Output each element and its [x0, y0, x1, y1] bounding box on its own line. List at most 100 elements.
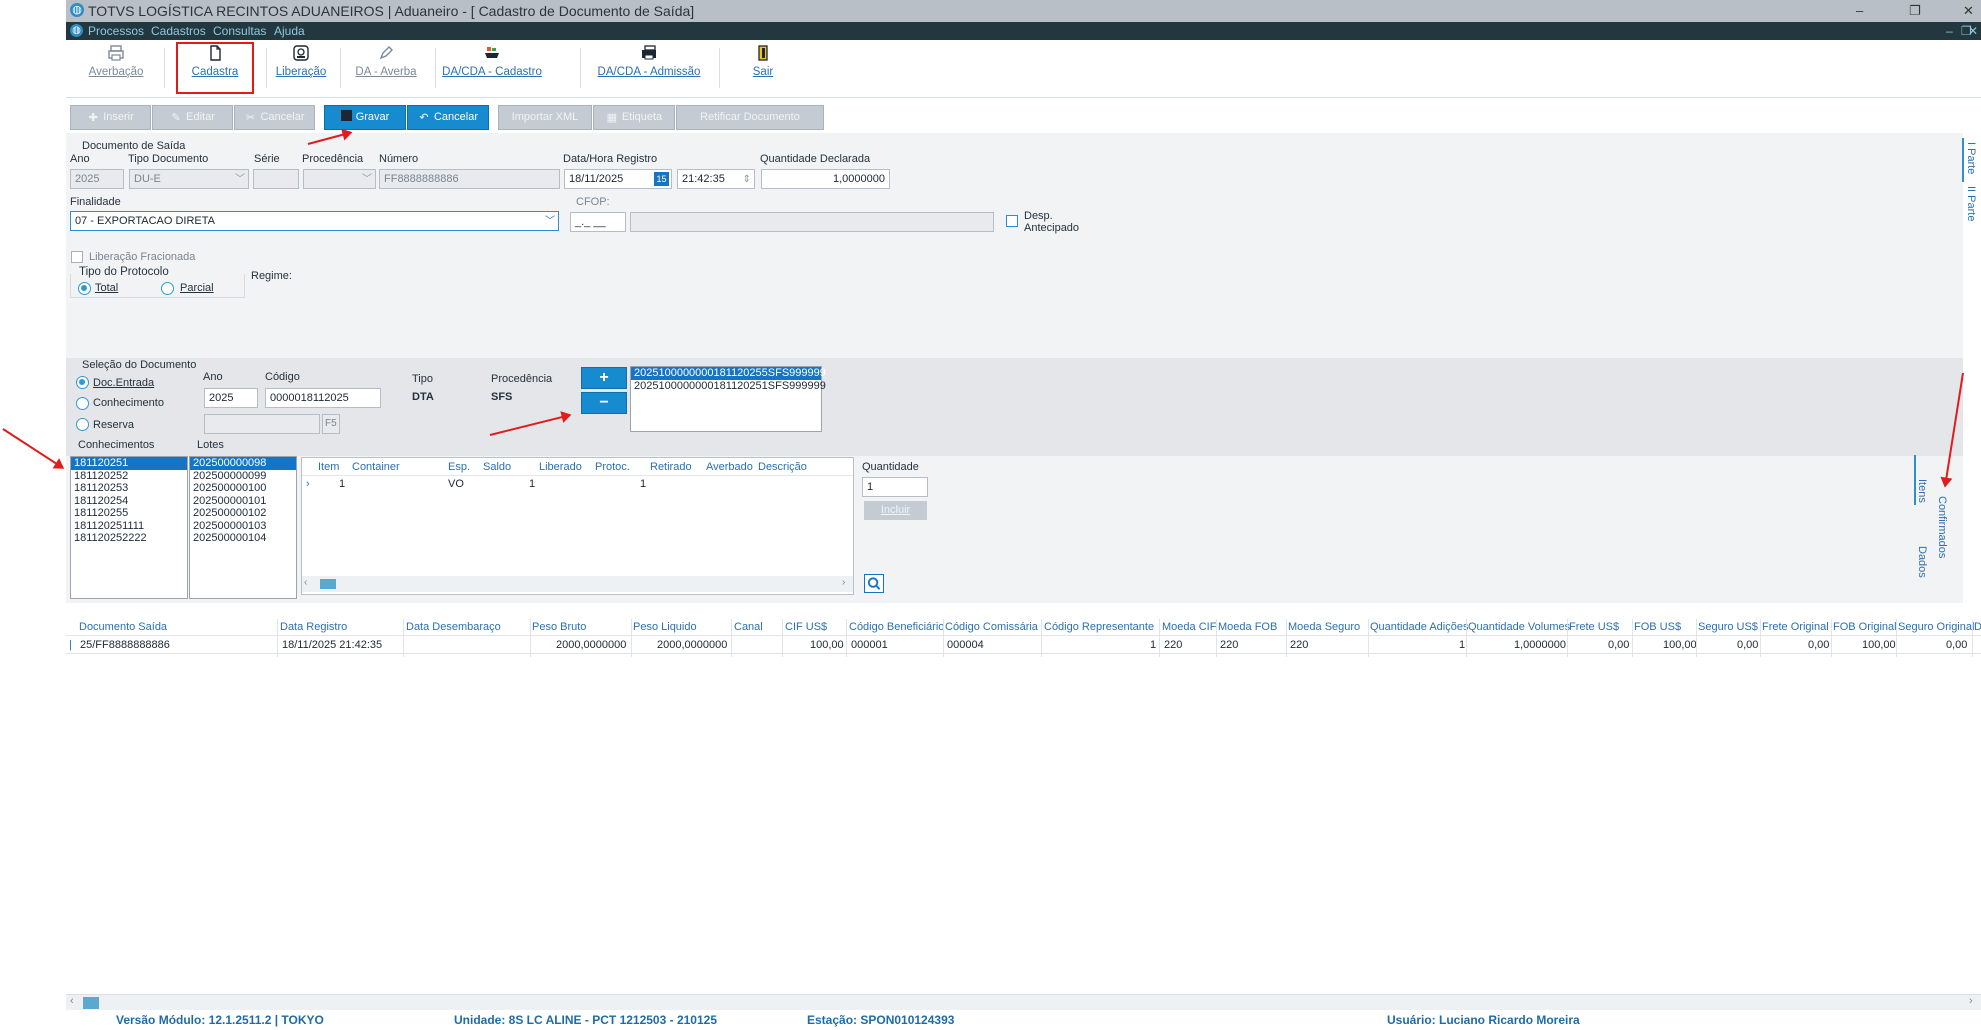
list-item[interactable]: 202500000103: [190, 520, 296, 533]
protocolo-parcial-radio[interactable]: [161, 282, 174, 295]
col-header-moeda-seguro[interactable]: Moeda Seguro: [1288, 621, 1360, 633]
list-item[interactable]: 181120253: [71, 482, 187, 495]
tab-i-parte[interactable]: I Parte: [1965, 142, 1977, 174]
col-header-container[interactable]: Container: [352, 461, 400, 473]
scroll-left-icon[interactable]: ‹: [304, 577, 307, 588]
col-header-quantidade-adicoes[interactable]: Quantidade Adições: [1370, 621, 1468, 633]
mdi-minimize-button[interactable]: –: [1946, 22, 1953, 40]
list-item[interactable]: 181120252222: [71, 532, 187, 545]
col-header-documento-saida[interactable]: Documento Saída: [79, 621, 167, 633]
liberacao-fracionada-checkbox[interactable]: [71, 251, 83, 263]
col-header-data-desembaraco[interactable]: Data Desembaraço: [406, 621, 501, 633]
desp-antecipado-checkbox[interactable]: [1006, 215, 1018, 227]
toolbar-liberacao[interactable]: Liberação: [266, 44, 336, 78]
list-item[interactable]: 181120254: [71, 495, 187, 508]
items-grid[interactable]: Item Container Esp. Saldo Liberado Proto…: [301, 457, 854, 595]
add-document-button[interactable]: +: [581, 367, 627, 389]
mdi-close-button[interactable]: ✕: [1968, 22, 1978, 40]
toolbar-da-cda-cadastro[interactable]: DA/CDA - Cadastro: [442, 44, 542, 78]
lotes-list[interactable]: 202500000098 202500000099 202500000100 2…: [189, 456, 297, 599]
close-button[interactable]: ✕: [1963, 0, 1974, 22]
grid-horizontal-scrollbar[interactable]: ‹ ›: [302, 576, 853, 592]
protocolo-total-radio[interactable]: [78, 282, 91, 295]
col-header-cif-usd[interactable]: CIF US$: [785, 621, 827, 633]
col-header-peso-bruto[interactable]: Peso Bruto: [532, 621, 586, 633]
col-header-protoc[interactable]: Protoc.: [595, 461, 630, 473]
scroll-left-icon[interactable]: ‹: [70, 995, 74, 1007]
conhecimentos-list[interactable]: 181120251 181120252 181120253 181120254 …: [70, 456, 188, 599]
list-item[interactable]: 202500000102: [190, 507, 296, 520]
col-header-d[interactable]: D: [1974, 621, 1981, 633]
col-header-saldo[interactable]: Saldo: [483, 461, 511, 473]
tipo-documento-select[interactable]: DU-E ﹀: [129, 169, 249, 189]
sel-codigo-input[interactable]: 0000018112025: [265, 388, 381, 408]
col-header-seguro-original[interactable]: Seguro Original: [1898, 621, 1974, 633]
list-item[interactable]: 181120255: [71, 507, 187, 520]
col-header-frete-original[interactable]: Frete Original: [1762, 621, 1829, 633]
numero-input[interactable]: FF8888888886: [379, 169, 560, 189]
f5-lookup-button[interactable]: F5: [322, 414, 340, 434]
menu-consultas[interactable]: Consultas: [213, 22, 266, 40]
search-button[interactable]: [864, 574, 884, 593]
list-item[interactable]: 2025100000000181120255SFS999999: [631, 367, 826, 380]
list-item[interactable]: 202500000098: [190, 457, 296, 470]
cancelar-button[interactable]: ↶ Cancelar: [407, 105, 489, 130]
reserva-input[interactable]: [204, 414, 320, 434]
scroll-thumb[interactable]: [83, 997, 99, 1009]
tab-ii-parte[interactable]: II Parte: [1965, 186, 1977, 221]
cfop-input[interactable]: _._ __: [570, 212, 626, 232]
conhecimento-radio[interactable]: [76, 397, 89, 410]
menu-processos[interactable]: Processos: [88, 22, 144, 40]
importar-xml-button[interactable]: Importar XML: [498, 105, 592, 130]
scroll-right-icon[interactable]: ›: [1969, 995, 1973, 1007]
col-header-descricao[interactable]: Descrição: [758, 461, 807, 473]
inserir-button[interactable]: ✚ Inserir: [70, 105, 151, 130]
calendar-icon[interactable]: 15: [654, 172, 669, 186]
procedencia-select[interactable]: ﹀: [303, 169, 376, 189]
col-header-canal[interactable]: Canal: [734, 621, 763, 633]
col-header-fob-original[interactable]: FOB Original: [1833, 621, 1897, 633]
col-header-moeda-fob[interactable]: Moeda FOB: [1218, 621, 1277, 633]
cfop-description-input[interactable]: [630, 212, 994, 232]
incluir-button[interactable]: Incluir: [864, 501, 927, 520]
data-registro-input[interactable]: 18/11/2025 15: [564, 169, 672, 189]
col-header-liberado[interactable]: Liberado: [539, 461, 582, 473]
gravar-button[interactable]: Gravar: [324, 105, 406, 130]
col-header-peso-liquido[interactable]: Peso Liquido: [633, 621, 697, 633]
remove-document-button[interactable]: −: [581, 392, 627, 414]
cancelar-disabled-button[interactable]: ✂ Cancelar: [234, 105, 315, 130]
minimize-button[interactable]: –: [1856, 0, 1863, 22]
menu-cadastros[interactable]: Cadastros: [151, 22, 206, 40]
list-item[interactable]: 181120252: [71, 470, 187, 483]
col-header-seguro-usd[interactable]: Seguro US$: [1698, 621, 1758, 633]
selected-documents-list[interactable]: 2025100000000181120255SFS999999 20251000…: [630, 366, 826, 432]
list-item[interactable]: 181120251: [71, 457, 187, 470]
reserva-radio[interactable]: [76, 418, 89, 431]
list-item[interactable]: 202500000101: [190, 495, 296, 508]
quantidade-input[interactable]: 1: [862, 477, 928, 497]
tab-dados[interactable]: Dados: [1916, 546, 1928, 578]
col-header-retirado[interactable]: Retirado: [650, 461, 692, 473]
toolbar-sair[interactable]: Sair: [738, 44, 788, 78]
tab-itens[interactable]: Itens: [1916, 479, 1928, 503]
col-header-esp[interactable]: Esp.: [448, 461, 470, 473]
col-header-codigo-beneficiario[interactable]: Código Beneficiário: [849, 621, 944, 633]
list-item[interactable]: 202500000099: [190, 470, 296, 483]
hora-registro-input[interactable]: 21:42:35 ⇕: [677, 169, 755, 189]
toolbar-da-cda-admissao[interactable]: DA/CDA - Admissão: [594, 44, 704, 78]
sel-ano-input[interactable]: 2025: [204, 388, 258, 408]
documentos-saida-grid[interactable]: | Documento Saída 25/FF8888888886 Data R…: [66, 619, 1981, 657]
toolbar-averbacao[interactable]: Averbação: [86, 44, 146, 78]
list-item[interactable]: 2025100000000181120251SFS999999: [631, 380, 826, 393]
restore-button[interactable]: ❐: [1909, 0, 1921, 22]
quantidade-declarada-input[interactable]: 1,0000000: [761, 169, 890, 189]
list-item[interactable]: 202500000104: [190, 532, 296, 545]
doc-entrada-radio[interactable]: [76, 376, 89, 389]
col-header-quantidade-volumes[interactable]: Quantidade Volumes: [1468, 621, 1570, 633]
col-header-frete-usd[interactable]: Frete US$: [1569, 621, 1619, 633]
toolbar-da-averba[interactable]: DA - Averba: [348, 44, 424, 78]
col-header-averbado[interactable]: Averbado: [706, 461, 753, 473]
col-header-codigo-comissaria[interactable]: Código Comissária: [945, 621, 1038, 633]
scroll-thumb[interactable]: [320, 579, 336, 589]
col-header-codigo-representante[interactable]: Código Representante: [1044, 621, 1154, 633]
